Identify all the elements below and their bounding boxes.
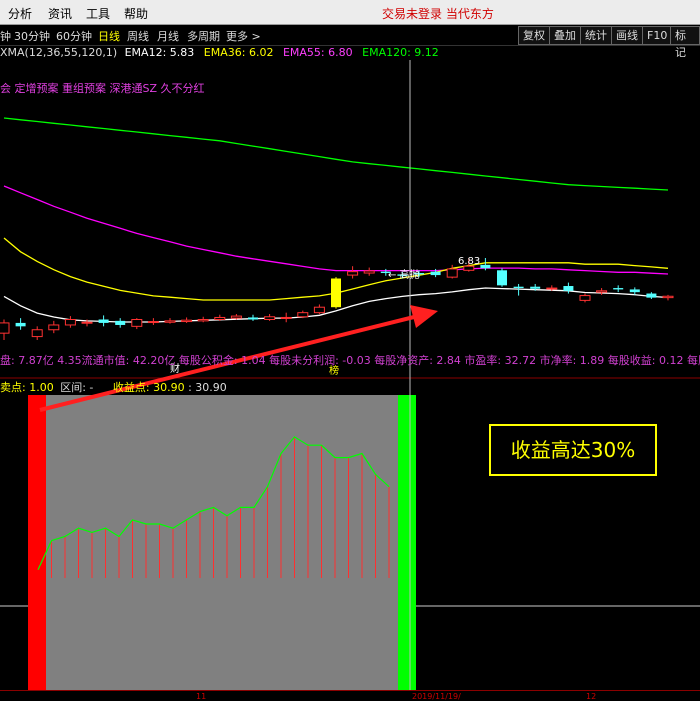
fundamentals-line: 盘: 7.87亿 4.35流通市值: 42.20亿 每股公积金: 1.04 每股…	[0, 354, 700, 367]
candle-body	[480, 264, 491, 269]
candle-body	[81, 321, 93, 324]
candle-body	[563, 286, 574, 291]
candle-body	[446, 268, 458, 278]
candle-body	[363, 270, 375, 274]
candle-body	[513, 286, 524, 289]
candle-body	[530, 286, 541, 289]
candle-body	[214, 316, 226, 321]
buy-zone	[398, 395, 416, 690]
candle-body	[629, 289, 640, 293]
profit-point-value: : 30.90	[188, 381, 227, 394]
profit-highlight-box: 收益高达30%	[489, 424, 657, 476]
candle-body	[248, 317, 258, 320]
sell-zone	[28, 395, 46, 690]
sell-point-label: 卖点: 1.00	[0, 381, 54, 394]
signal-legend: 卖点: 1.00 区间: - 收益点: 30.90 : 30.90	[0, 379, 227, 395]
candle-body	[48, 324, 60, 331]
candle-body	[197, 319, 209, 322]
candle-body	[331, 278, 341, 308]
candle-body	[579, 295, 591, 301]
ema55-line	[3, 185, 669, 275]
profit-point-label: 收益点: 30.90	[112, 381, 185, 394]
hold-zone	[46, 395, 398, 690]
candle-body	[0, 322, 10, 334]
candle-body	[646, 293, 657, 298]
candle-body	[64, 319, 76, 326]
candle-body	[131, 319, 143, 327]
high-price-label: 6.83	[458, 256, 480, 267]
candle-body	[297, 312, 309, 318]
candle-body	[264, 316, 276, 320]
candle-body	[147, 321, 159, 324]
candle-body	[280, 316, 292, 319]
candle-body	[230, 315, 242, 319]
candle-body	[313, 306, 325, 314]
candle-body	[15, 322, 26, 327]
candle-body	[497, 270, 507, 286]
high-sell-tag: ← 高抛	[388, 268, 420, 281]
candle-body	[430, 271, 441, 276]
candle-body	[613, 288, 624, 290]
candle-body	[115, 320, 126, 325]
date-axis: 11 2019/11/19/ 12	[0, 690, 700, 701]
ema120-line	[3, 117, 669, 191]
candle-body	[98, 319, 109, 323]
candle-body	[596, 290, 608, 293]
candle-body	[181, 319, 193, 323]
candle-body	[662, 295, 674, 299]
trend-arrow-head	[410, 305, 438, 328]
candle-body	[164, 320, 176, 323]
candle-body	[347, 271, 359, 276]
kline-chart[interactable]: 6.83 ← 高抛 榜 财	[0, 0, 700, 700]
candle-body	[546, 287, 558, 290]
candle-body	[31, 329, 43, 338]
range-label: 区间: -	[60, 381, 94, 394]
